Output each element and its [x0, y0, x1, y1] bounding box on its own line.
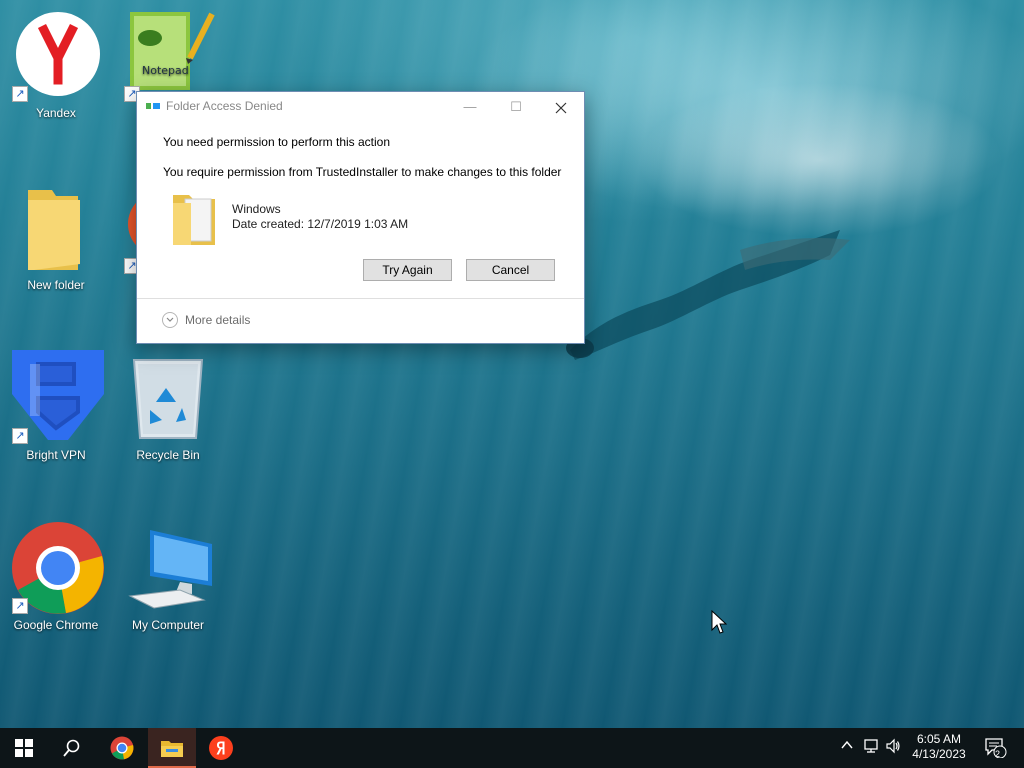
permission-detail: You require permission from TrustedInsta… [163, 165, 562, 179]
more-details-label: More details [185, 313, 251, 327]
dialog-title: Folder Access Denied [166, 99, 283, 113]
desktop-icon-google-chrome[interactable]: ↗ Google Chrome [6, 520, 106, 632]
search-button[interactable] [48, 728, 96, 768]
permission-message: You need permission to perform this acti… [163, 135, 391, 149]
folder-date-created: Date created: 12/7/2019 1:03 AM [232, 217, 409, 231]
show-hidden-icons-button[interactable] [838, 738, 856, 756]
search-icon [63, 739, 80, 757]
action-center-button[interactable]: 2 [983, 738, 1009, 759]
folder-icon [173, 195, 215, 245]
wallpaper-diver [566, 230, 850, 360]
desktop-icon-label: Google Chrome [13, 618, 99, 632]
volume-button[interactable] [884, 738, 902, 756]
svg-text:Notepad: Notepad [142, 64, 189, 77]
more-details-toggle[interactable]: More details [162, 312, 250, 328]
app-icon [146, 103, 160, 109]
cancel-button[interactable]: Cancel [466, 259, 555, 281]
dialog-titlebar[interactable]: Folder Access Denied — ☐ [137, 92, 584, 121]
folder-icon [28, 190, 80, 270]
close-icon [555, 102, 567, 113]
clock-time: 6:05 AM [916, 732, 962, 746]
folder-access-denied-dialog: Folder Access Denied — ☐ You need permis… [136, 91, 585, 344]
taskbar-file-explorer[interactable] [148, 728, 196, 768]
desktop-icon-yandex[interactable]: ↗ Yandex [6, 8, 106, 120]
recycle-bin-icon [132, 359, 204, 439]
network-icon [864, 739, 878, 753]
taskbar-chrome[interactable] [98, 728, 146, 768]
minimize-button[interactable]: — [447, 92, 493, 121]
taskbar-clock[interactable]: 6:05 AM 4/13/2023 [904, 732, 974, 762]
desktop-icon-label: Bright VPN [26, 448, 86, 462]
desktop-icon-label: Recycle Bin [136, 448, 200, 462]
notification-count-badge: 2 [995, 749, 1001, 759]
desktop-icon-new-folder[interactable]: New folder [6, 180, 106, 292]
windows-start-icon [15, 739, 33, 757]
chevron-up-icon [841, 740, 853, 749]
desktop-icon-label: Yandex [36, 106, 76, 120]
chrome-icon [110, 736, 134, 760]
shortcut-arrow-icon: ↗ [12, 428, 28, 444]
desktop-icon-bright-vpn[interactable]: ↗ Bright VPN [6, 350, 106, 462]
mouse-cursor-icon [711, 610, 727, 634]
chevron-down-icon [162, 312, 178, 328]
volume-icon [886, 738, 900, 754]
desktop-icon-label: My Computer [131, 618, 205, 632]
taskbar: 6:05 AM 4/13/2023 2 [0, 728, 1024, 768]
desktop-icon-label: New folder [27, 278, 85, 292]
taskbar-yandex[interactable] [197, 728, 245, 768]
maximize-button[interactable]: ☐ [493, 92, 539, 121]
network-button[interactable] [862, 738, 880, 756]
try-again-button[interactable]: Try Again [363, 259, 452, 281]
desktop-icon-my-computer[interactable]: My Computer [118, 520, 218, 632]
close-button[interactable] [538, 92, 584, 121]
dialog-divider [137, 298, 584, 299]
shortcut-arrow-icon: ↗ [12, 86, 28, 102]
desktop-icon-recycle-bin[interactable]: Recycle Bin [118, 350, 218, 462]
file-explorer-icon [161, 741, 183, 757]
folder-name: Windows [232, 202, 281, 216]
computer-icon [128, 530, 212, 609]
start-button[interactable] [0, 728, 48, 768]
shortcut-arrow-icon: ↗ [12, 598, 28, 614]
yandex-icon [209, 736, 233, 760]
clock-date: 4/13/2023 [912, 747, 966, 761]
